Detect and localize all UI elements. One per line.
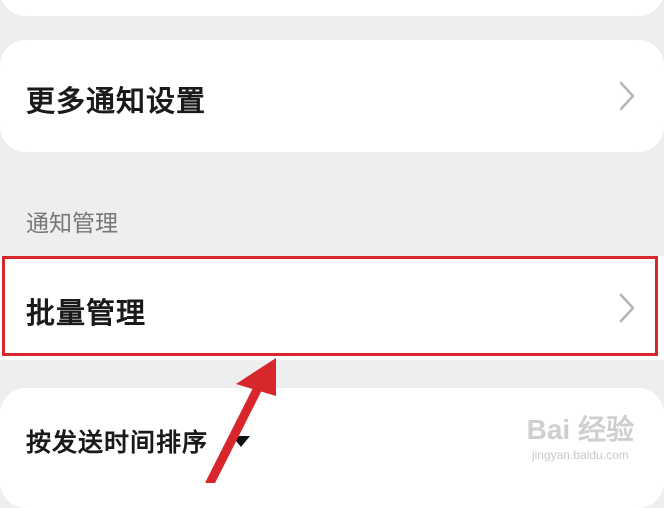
watermark-sub: jingyan.baidu.com [531,448,629,462]
watermark-main: Bai 经验 [526,414,634,445]
watermark: Bai 经验 jingyan.baidu.com [527,408,634,462]
